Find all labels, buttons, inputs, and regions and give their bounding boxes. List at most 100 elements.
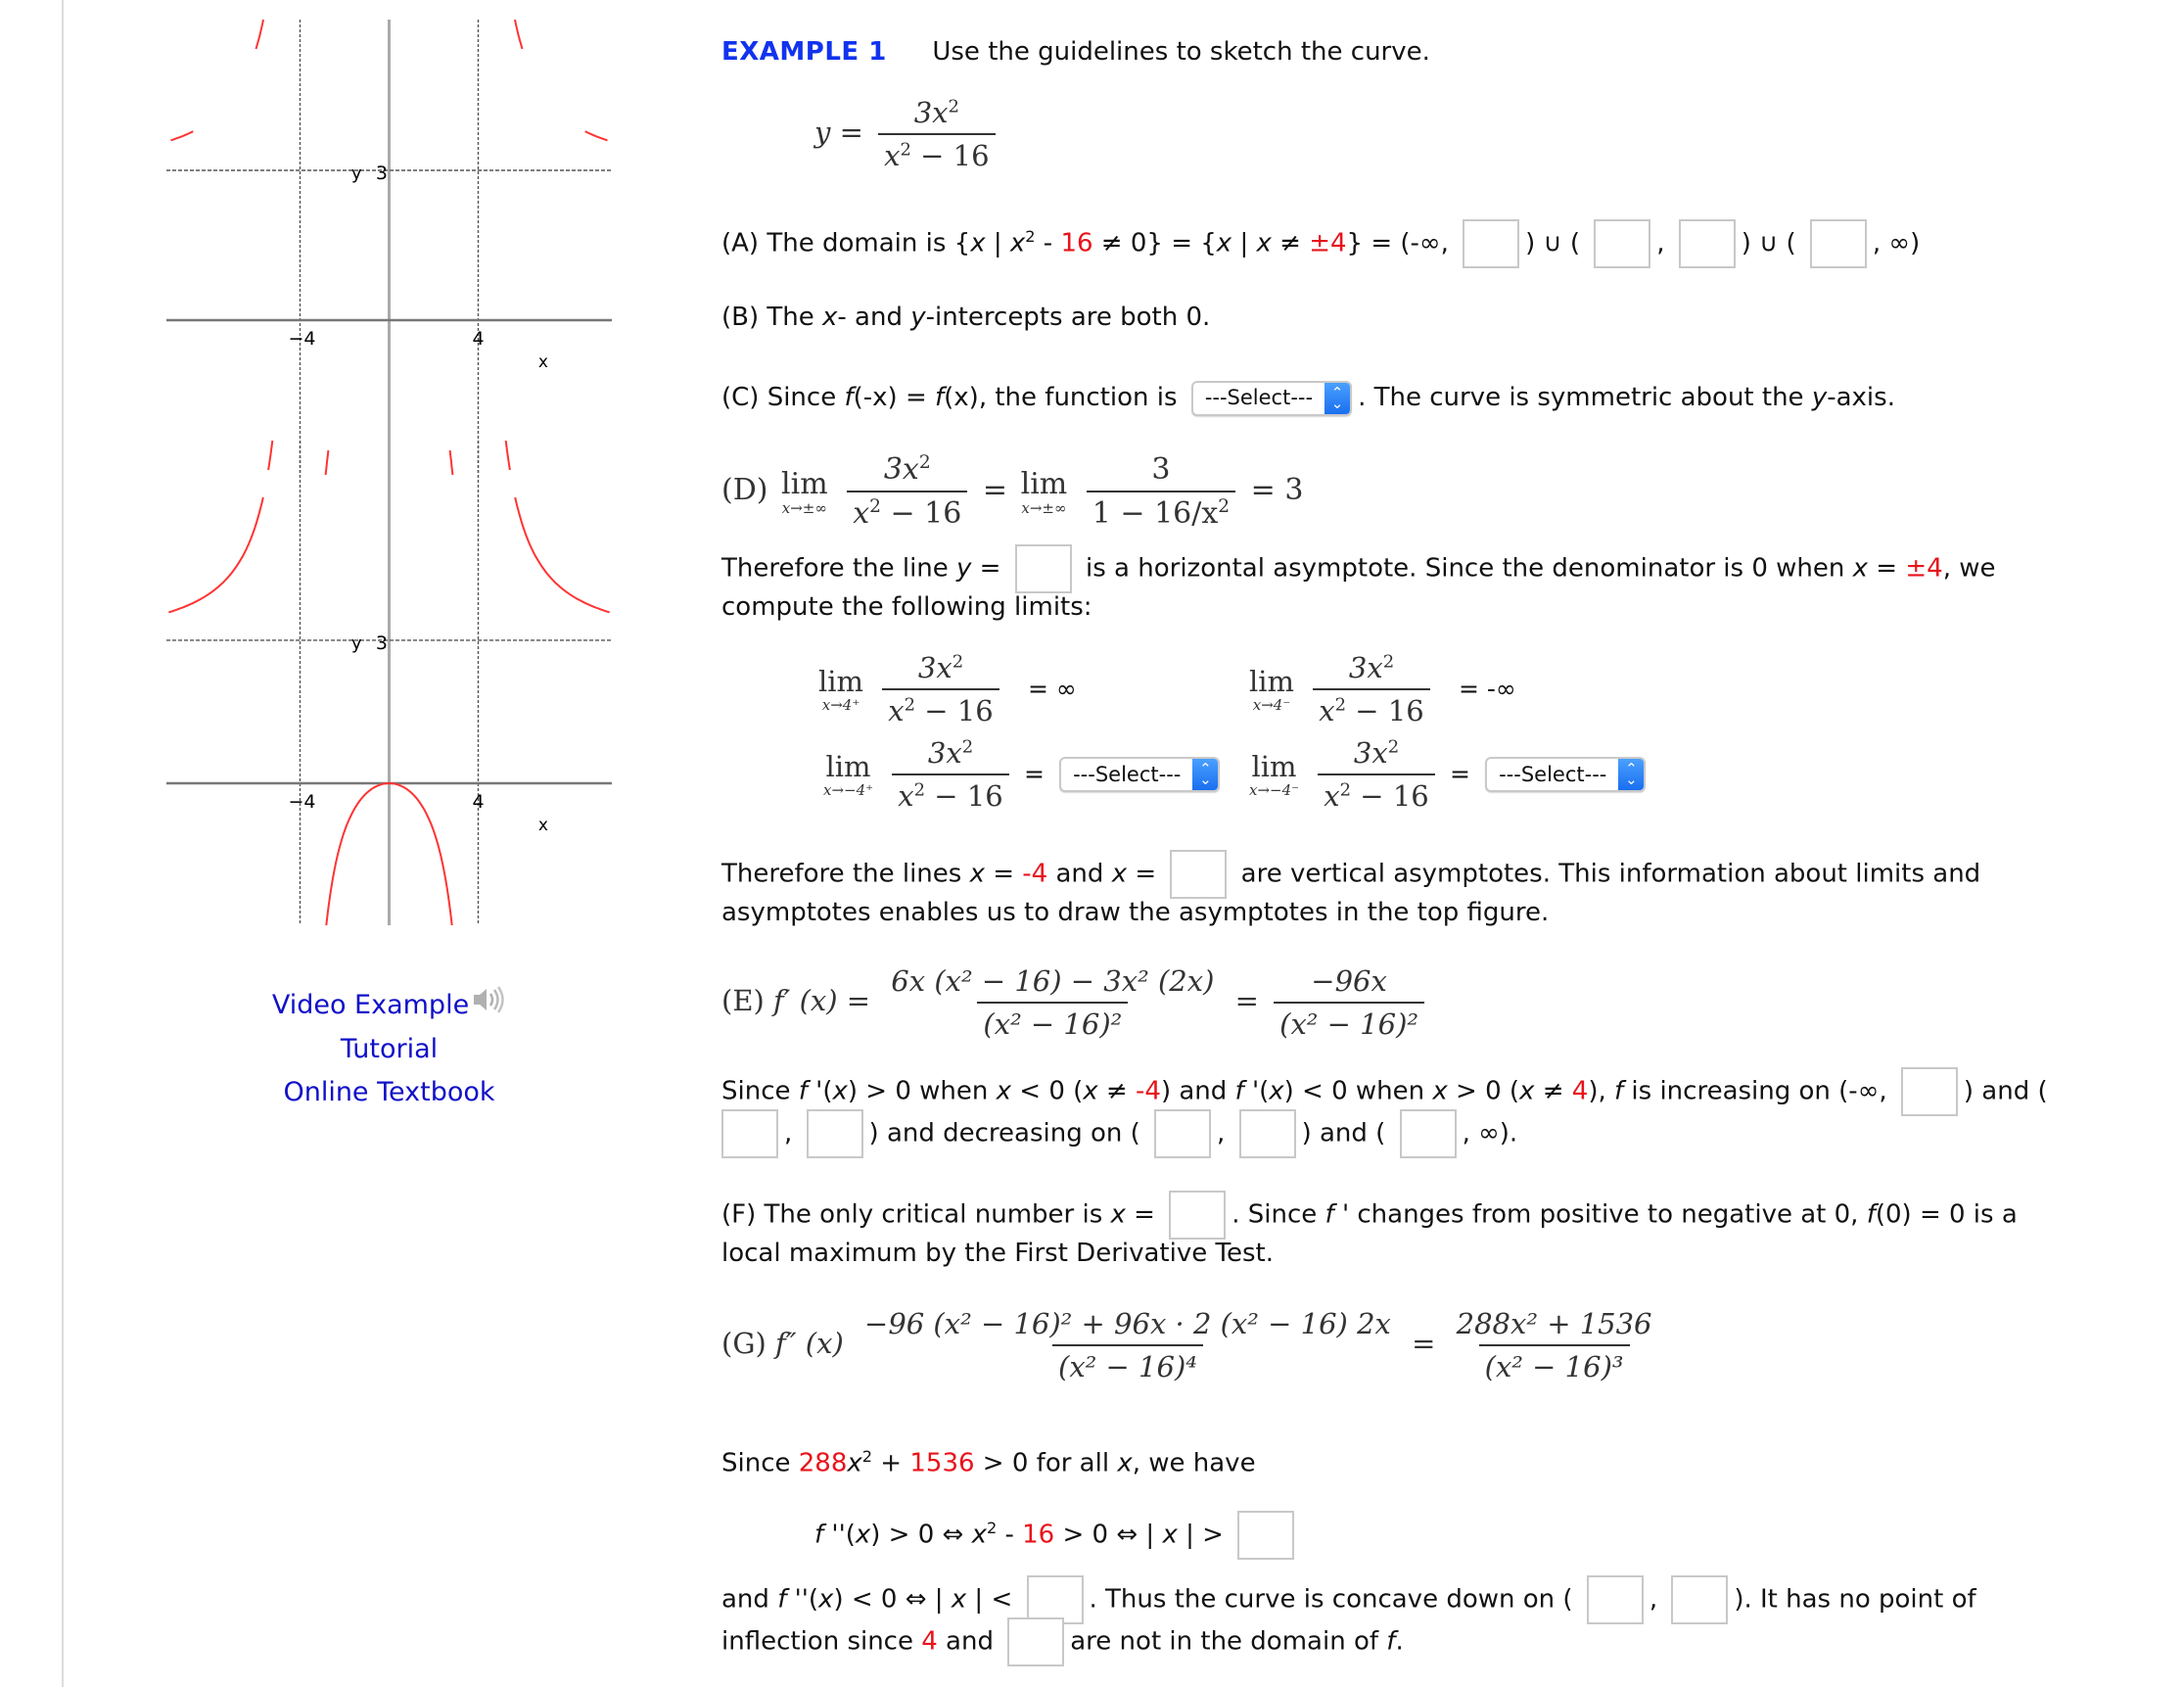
- highlight-value: 288: [798, 1448, 848, 1478]
- text: ,: [1217, 1118, 1226, 1148]
- var-f: f: [1614, 1076, 1624, 1106]
- var-x: x: [970, 228, 986, 258]
- text: ) ∪ (: [1525, 228, 1580, 258]
- select-value: ---Select---: [1499, 763, 1607, 786]
- domain-input-1[interactable]: [1463, 219, 1520, 269]
- symmetry-select[interactable]: ---Select--- ⌃ ⌄: [1190, 380, 1353, 416]
- numerator: 3x: [1353, 736, 1388, 770]
- highlight-value: -4: [1022, 859, 1048, 889]
- domain-input-2[interactable]: [1594, 219, 1651, 269]
- denominator: x: [1319, 694, 1335, 727]
- var-y: y: [956, 553, 972, 584]
- decreasing-input-1[interactable]: [1154, 1109, 1212, 1158]
- section-d-formula: (D) lim x→±∞ 3x2 x2 − 16 = lim x→±∞ 31 − 16…: [721, 452, 1303, 531]
- select-arrows-icon: ⌃ ⌄: [1192, 759, 1219, 790]
- limit-neg4-plus-select[interactable]: ---Select--- ⌃ ⌄: [1059, 757, 1221, 792]
- tutorial-link[interactable]: Tutorial: [157, 1028, 622, 1071]
- exp: 2: [1382, 651, 1395, 673]
- curve-stub-top-right: [504, 441, 511, 471]
- text: . Thus the curve is concave down on (: [1089, 1584, 1573, 1615]
- text: =: [971, 553, 1001, 584]
- decreasing-input-2[interactable]: [1238, 1109, 1296, 1158]
- curve-left-branch: [168, 496, 264, 614]
- text: (x), the function is: [944, 383, 1178, 412]
- text: ,: [1656, 228, 1665, 258]
- excluded-point-input[interactable]: [1007, 1617, 1065, 1666]
- text: ≠: [1271, 228, 1310, 258]
- video-example-link[interactable]: Video Example: [157, 984, 622, 1028]
- exp: 2: [1339, 779, 1352, 801]
- highlight-value: ±4: [1309, 228, 1347, 258]
- highlight-value: 4: [921, 1626, 938, 1657]
- section-g-formula: (G) f″ (x) −96 (x² − 16)² + 96x · 2 (x² …: [721, 1307, 1664, 1383]
- denominator: x: [898, 779, 914, 813]
- text: -: [997, 1520, 1023, 1550]
- limit-3: lim x→−4⁺ 3x2 x2 − 16 = ---Select--- ⌃ ⌄: [819, 736, 1226, 813]
- concave-down-interval-end-input[interactable]: [1671, 1575, 1729, 1624]
- text: ,: [1649, 1584, 1658, 1615]
- increasing-input-1[interactable]: [1900, 1067, 1958, 1116]
- lim-sub: x→−4⁻: [1249, 781, 1300, 799]
- function-numerator: 3x: [913, 96, 949, 129]
- text: , ∞).: [1462, 1118, 1518, 1148]
- highlight-value: 1536: [909, 1448, 975, 1478]
- lim: lim: [1249, 665, 1295, 698]
- y-asymptote-label: 3: [376, 163, 388, 184]
- text: '(: [1243, 1076, 1270, 1106]
- example-header: EXAMPLE 1 Use the guidelines to sketch t…: [721, 37, 1430, 67]
- concave-up-bound-input[interactable]: [1237, 1511, 1295, 1561]
- equals: =: [1234, 984, 1259, 1017]
- concave-down-interval-start-input[interactable]: [1586, 1575, 1644, 1624]
- exp: 2: [918, 452, 931, 473]
- text: +: [872, 1448, 910, 1478]
- text: . Since: [1231, 1199, 1325, 1230]
- online-textbook-link[interactable]: Online Textbook: [157, 1071, 622, 1114]
- function-denominator: x: [884, 139, 901, 172]
- select-arrows-icon: ⌃ ⌄: [1324, 382, 1351, 414]
- denominator-rest: − 16: [915, 694, 994, 727]
- y-axis-label: y: [351, 164, 362, 184]
- text: Therefore the line: [721, 553, 957, 584]
- increasing-input-2[interactable]: [721, 1109, 778, 1158]
- select-value: ---Select---: [1204, 386, 1314, 409]
- section-a: (A) The domain is {x | x2 - 16 ≠ 0} = {x…: [721, 215, 1920, 269]
- numerator: 3x: [917, 651, 953, 684]
- section-b: (B) The x- and y-intercepts are both 0.: [721, 297, 1210, 339]
- text: ) and decreasing on (: [868, 1118, 1140, 1148]
- curve-stub-left-top: [255, 19, 264, 50]
- domain-input-4[interactable]: [1809, 219, 1867, 269]
- var-y: y: [910, 303, 926, 332]
- lim: lim: [781, 466, 828, 501]
- text: =: [1125, 1199, 1155, 1230]
- var-x: x: [822, 303, 838, 332]
- denominator-rest: − 16: [1346, 694, 1424, 727]
- select-arrows-icon: ⌃ ⌄: [1618, 759, 1645, 790]
- decreasing-input-3[interactable]: [1399, 1109, 1457, 1158]
- text: (C) Since: [721, 383, 845, 412]
- section-label: (G): [721, 1327, 767, 1360]
- var-x: x: [1117, 1448, 1133, 1478]
- text: |: [1231, 228, 1257, 258]
- increasing-input-3[interactable]: [806, 1109, 863, 1158]
- limit-neg4-minus-select[interactable]: ---Select--- ⌃ ⌄: [1485, 757, 1647, 792]
- y-axis-label: y: [351, 633, 362, 654]
- lim-sub: x→4⁻: [1252, 696, 1291, 714]
- section-f-text2: local maximum by the First Derivative Te…: [721, 1233, 1274, 1275]
- text: and: [937, 1626, 994, 1657]
- exp: 2: [1387, 736, 1400, 758]
- denominator: (x² − 16)³: [1478, 1344, 1630, 1383]
- text: ,: [784, 1118, 793, 1148]
- speaker-icon[interactable]: [471, 985, 506, 1028]
- text: ) < 0 when: [1283, 1076, 1433, 1106]
- curve-stub-top-left: [267, 441, 274, 471]
- domain-input-3[interactable]: [1678, 219, 1736, 269]
- denominator: (x² − 16)²: [977, 1002, 1129, 1041]
- derivative-lhs: f′ (x) =: [773, 984, 871, 1017]
- denominator-rest: − 16: [910, 139, 990, 172]
- limit-4: lim x→−4⁻ 3x2 x2 − 16 = ---Select--- ⌃ ⌄: [1245, 736, 1651, 813]
- var-x: x: [1110, 1199, 1126, 1230]
- text: ) ∪ (: [1741, 228, 1796, 258]
- var-x: x: [971, 1520, 987, 1550]
- text: (0) = 0 is a: [1875, 1199, 2018, 1230]
- var-y: y: [1811, 383, 1828, 412]
